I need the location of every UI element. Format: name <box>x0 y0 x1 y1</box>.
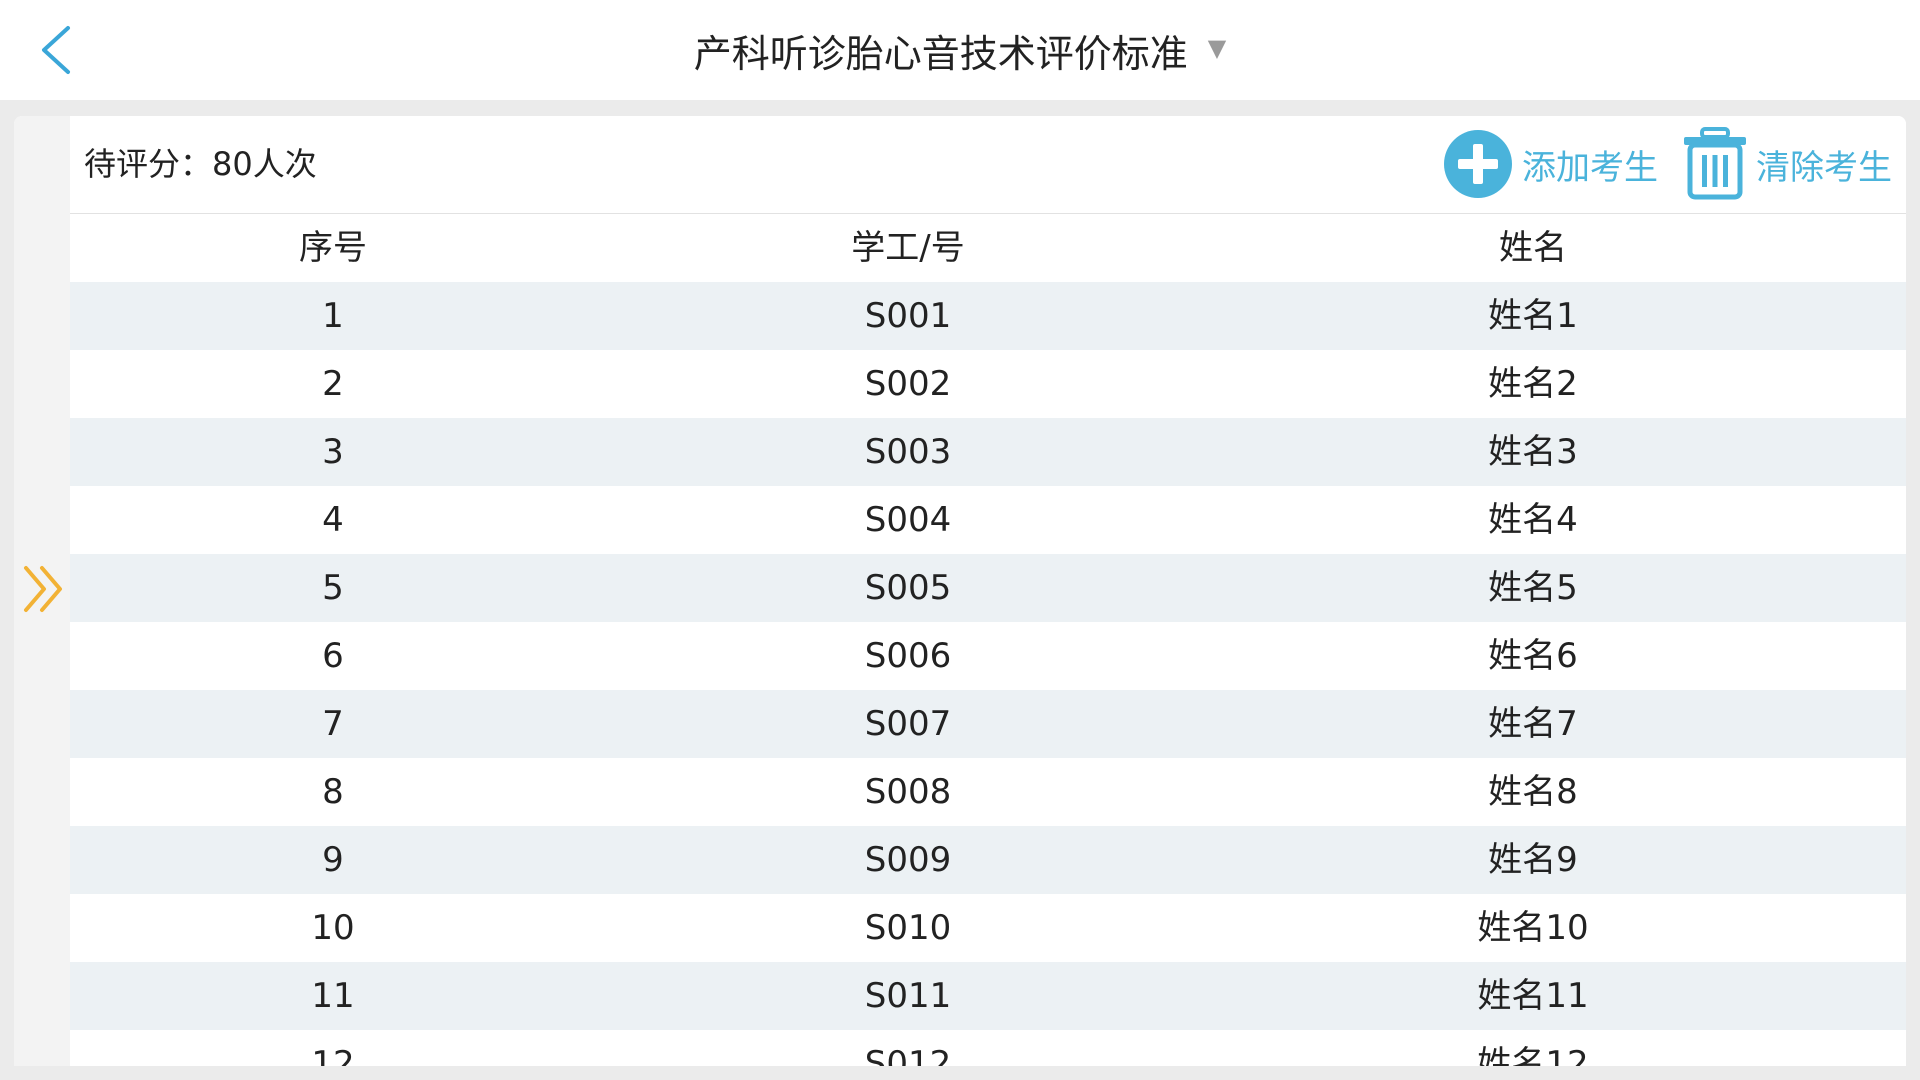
row-cells: 3 S003 姓名3 <box>70 418 1906 486</box>
double-chevron-right-icon <box>24 566 62 612</box>
cell-id: S002 <box>864 364 952 404</box>
table-row[interactable]: 12 S012 姓名12 <box>14 1030 1906 1066</box>
cell-seq: 10 <box>311 908 355 948</box>
row-cells: 10 S010 姓名10 <box>70 894 1906 962</box>
row-gutter <box>14 826 70 894</box>
cell-name: 姓名7 <box>1488 704 1578 744</box>
cell-seq: 4 <box>322 500 344 540</box>
column-header-name: 姓名 <box>1499 228 1567 268</box>
cell-id: S011 <box>864 976 952 1016</box>
plus-circle-icon <box>1444 130 1512 198</box>
table-row[interactable]: 7 S007 姓名7 <box>14 690 1906 758</box>
table-row[interactable]: 4 S004 姓名4 <box>14 486 1906 554</box>
cell-name: 姓名12 <box>1477 1044 1589 1066</box>
top-bar: 产科听诊胎心音技术评价标准 ▼ <box>0 0 1920 100</box>
cell-name: 姓名3 <box>1488 432 1578 472</box>
column-header-seq: 序号 <box>299 228 367 268</box>
cell-name: 姓名11 <box>1477 976 1589 1016</box>
cell-seq: 9 <box>322 840 344 880</box>
table-row[interactable]: 9 S009 姓名9 <box>14 826 1906 894</box>
header-gutter <box>14 214 70 282</box>
row-cells: 5 S005 姓名5 <box>70 554 1906 622</box>
cell-name: 姓名1 <box>1488 296 1578 336</box>
cell-name: 姓名5 <box>1488 568 1578 608</box>
cell-seq: 11 <box>311 976 355 1016</box>
row-gutter <box>14 282 70 350</box>
cell-name: 姓名9 <box>1488 840 1578 880</box>
row-gutter <box>14 622 70 690</box>
cell-id: S006 <box>864 636 952 676</box>
cell-id: S003 <box>864 432 952 472</box>
cell-name: 姓名6 <box>1488 636 1578 676</box>
header-cells: 序号 学工/号 姓名 <box>70 214 1906 283</box>
row-gutter <box>14 486 70 554</box>
cell-seq: 12 <box>311 1044 355 1066</box>
add-examinee-button[interactable]: 添加考生 <box>1442 127 1658 201</box>
row-gutter <box>14 894 70 962</box>
cell-seq: 5 <box>322 568 344 608</box>
row-cells: 11 S011 姓名11 <box>70 962 1906 1030</box>
column-header-id: 学工/号 <box>851 228 965 268</box>
examinee-table: 序号 学工/号 姓名 1 S001 姓名1 2 S002 姓名2 3 S003 … <box>14 214 1906 1066</box>
pending-count: 待评分：80人次 <box>84 145 317 183</box>
cell-seq: 8 <box>322 772 344 812</box>
row-gutter <box>14 690 70 758</box>
cell-id: S010 <box>864 908 952 948</box>
row-cells: 9 S009 姓名9 <box>70 826 1906 894</box>
cell-seq: 7 <box>322 704 344 744</box>
cell-id: S012 <box>864 1044 952 1066</box>
add-examinee-label: 添加考生 <box>1522 147 1658 188</box>
row-gutter <box>14 1030 70 1066</box>
row-gutter <box>14 962 70 1030</box>
examinee-panel: 待评分：80人次 添加考生 清除考生 序号 学工/号 姓名 1 S001 姓名1… <box>14 116 1906 1066</box>
title-area: 产科听诊胎心音技术评价标准 ▼ <box>0 0 1920 100</box>
cell-name: 姓名2 <box>1488 364 1578 404</box>
row-cells: 6 S006 姓名6 <box>70 622 1906 690</box>
clear-examinees-button[interactable]: 清除考生 <box>1682 127 1892 201</box>
table-header-row: 序号 学工/号 姓名 <box>14 214 1906 283</box>
cell-name: 姓名8 <box>1488 772 1578 812</box>
row-cells: 8 S008 姓名8 <box>70 758 1906 826</box>
cell-seq: 3 <box>322 432 344 472</box>
table-row[interactable]: 3 S003 姓名3 <box>14 418 1906 486</box>
cell-id: S008 <box>864 772 952 812</box>
cell-id: S001 <box>864 296 952 336</box>
row-gutter <box>14 758 70 826</box>
cell-seq: 6 <box>322 636 344 676</box>
back-button[interactable] <box>28 20 88 80</box>
title-dropdown[interactable]: 产科听诊胎心音技术评价标准 ▼ <box>694 23 1226 78</box>
caret-down-icon: ▼ <box>1207 34 1227 62</box>
table-row[interactable]: 6 S006 姓名6 <box>14 622 1906 690</box>
table-row-selected[interactable]: 5 S005 姓名5 <box>14 554 1906 622</box>
toolbar: 待评分：80人次 添加考生 清除考生 <box>70 116 1906 214</box>
cell-id: S004 <box>864 500 952 540</box>
bottom-edge <box>0 1066 1920 1080</box>
row-cells: 1 S001 姓名1 <box>70 282 1906 350</box>
cell-id: S007 <box>864 704 952 744</box>
table-row[interactable]: 2 S002 姓名2 <box>14 350 1906 418</box>
cell-id: S009 <box>864 840 952 880</box>
row-cells: 2 S002 姓名2 <box>70 350 1906 418</box>
back-arrow-icon <box>42 26 70 74</box>
cell-seq: 1 <box>322 296 344 336</box>
cell-name: 姓名10 <box>1477 908 1589 948</box>
table-row[interactable]: 11 S011 姓名11 <box>14 962 1906 1030</box>
row-gutter <box>14 418 70 486</box>
page-title: 产科听诊胎心音技术评价标准 <box>693 31 1188 76</box>
trash-icon <box>1684 127 1746 200</box>
cell-seq: 2 <box>322 364 344 404</box>
row-cells: 12 S012 姓名12 <box>70 1030 1906 1066</box>
row-cells: 4 S004 姓名4 <box>70 486 1906 554</box>
cell-id: S005 <box>864 568 952 608</box>
table-row[interactable]: 8 S008 姓名8 <box>14 758 1906 826</box>
table-row[interactable]: 1 S001 姓名1 <box>14 282 1906 350</box>
row-cells: 7 S007 姓名7 <box>70 690 1906 758</box>
row-gutter <box>14 554 70 622</box>
cell-name: 姓名4 <box>1488 500 1578 540</box>
row-gutter <box>14 350 70 418</box>
table-row[interactable]: 10 S010 姓名10 <box>14 894 1906 962</box>
clear-examinees-label: 清除考生 <box>1756 147 1892 188</box>
